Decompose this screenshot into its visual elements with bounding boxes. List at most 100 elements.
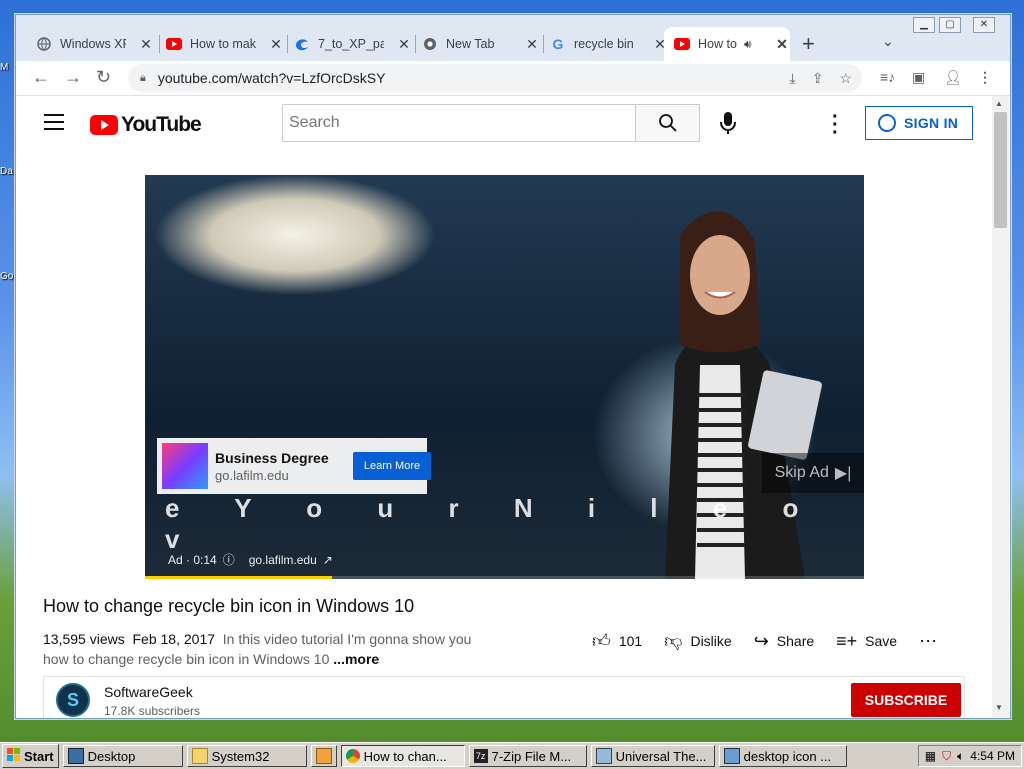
like-button[interactable]: 👍︎ 101 [592,630,642,652]
new-tab-button[interactable]: + [802,31,815,57]
share-icon[interactable]: ⇪ [812,70,824,87]
install-icon[interactable]: ⤓ [790,70,796,87]
close-icon[interactable]: ✕ [268,36,284,53]
forward-arrow-icon[interactable]: → [64,67,82,88]
address-bar[interactable]: 🔒︎ youtube.com/watch?v=LzfOrcDskSY ⤓ ⇪ ☆ [128,64,862,92]
close-icon[interactable]: ✕ [774,36,790,53]
hamburger-menu-icon[interactable] [44,114,64,135]
taskbar-item-system32[interactable]: System32 [186,745,307,767]
page-scrollbar[interactable]: ▲ ▼ [992,96,1009,718]
youtube-icon [166,36,182,52]
taskbar-item-7zip[interactable]: 7z 7-Zip File M... [468,745,587,767]
video-actions: 👍︎ 101 👎︎ Dislike ↪ Share ≡+ Save ⋯ [592,630,959,652]
ad-overlay-text: e Y o u r N i l e o v [165,493,823,554]
more-actions-icon[interactable]: ⋯ [919,631,937,652]
tab-how-to-active[interactable]: How to 🔊︎ ✕ [664,27,790,61]
tab-search-chevron-icon[interactable]: ⌄ [882,33,894,50]
taskbar-item-label: How to chan... [363,748,447,764]
tab-windows-xp[interactable]: Windows XP ✕ [36,27,154,61]
skip-ad-button[interactable]: Skip Ad ▶| [762,453,864,493]
save-button[interactable]: ≡+ Save [836,631,897,652]
ad-card[interactable]: Business Degree go.lafilm.edu Learn More [157,438,431,494]
youtube-header: YouTube ··· SIGN IN [16,96,992,152]
back-arrow-icon[interactable]: ← [32,67,50,88]
taskbar-item-label: Desktop [87,748,136,764]
show-more-link[interactable]: ...more [333,651,379,667]
tab-title: Windows XP [60,37,126,51]
thumbs-down-icon: 👎︎ [664,631,683,651]
subscribe-button[interactable]: SUBSCRIBE [851,683,961,717]
description-line-1: In this video tutorial I'm gonna show yo… [222,631,472,647]
taskbar-item-desktop-icon[interactable]: desktop icon ... [718,745,847,767]
taskbar-item-label: Universal The... [615,748,707,764]
side-panel-icon[interactable]: ▣ [912,69,925,86]
google-icon: G [552,36,564,52]
skip-next-icon: ▶| [834,465,852,482]
microphone-icon[interactable] [716,110,740,141]
menu-kebab-icon[interactable]: ⋮ [978,69,992,86]
taskbar-item-label: System32 [211,748,270,764]
settings-kebab-icon[interactable]: · · · [832,107,839,143]
volume-icon[interactable]: 🔈︎ [957,749,964,764]
ad-progress-bar[interactable] [145,576,864,579]
windows-logo-icon [7,747,21,765]
ad-link[interactable]: go.lafilm.edu [249,553,317,567]
taskbar-item-chrome[interactable]: How to chan... [340,745,465,767]
speaker-icon[interactable]: 🔊︎ [744,37,752,52]
scrollbar-thumb[interactable] [994,112,1007,228]
desktop-label-2: Da [0,166,13,177]
taskbar-item-media[interactable] [310,745,337,767]
reload-icon[interactable]: ↻ [96,67,111,88]
info-icon[interactable]: ⓘ [223,551,235,568]
system-tray: ▦ ⛉ 🔈︎ 4:54 PM [917,745,1022,767]
external-link-icon: ↗ [322,552,333,567]
bookmark-star-icon[interactable]: ☆ [839,70,852,87]
desktop-label-1: M [0,62,9,73]
minimize-button[interactable]: ▁ [913,17,935,33]
close-icon[interactable]: ✕ [524,36,540,53]
share-button[interactable]: ↪ Share [754,631,814,652]
share-arrow-icon: ↪ [753,630,769,651]
url-text[interactable]: youtube.com/watch?v=LzfOrcDskSY [158,70,386,86]
network-icon[interactable]: ▦ [925,749,936,763]
maximize-button[interactable]: ▢ [939,17,961,33]
scroll-up-icon[interactable]: ▲ [995,99,1003,108]
tab-how-to-make[interactable]: How to mak ✕ [166,27,284,61]
desktop-label-3: Go [0,271,14,282]
learn-more-button[interactable]: Learn More [353,452,431,480]
video-description[interactable]: 13,595 views Feb 18, 2017 In this video … [43,629,483,669]
channel-name[interactable]: SoftwareGeek [104,684,193,700]
channel-avatar[interactable]: S [56,683,90,717]
sign-in-button[interactable]: SIGN IN [865,106,973,140]
close-icon[interactable]: ✕ [396,36,412,53]
taskbar: Start Desktop System32 How to chan... 7z… [0,742,1024,769]
video-player[interactable]: e Y o u r N i l e o v Business Degree go… [145,175,864,579]
profile-icon[interactable]: 👤︎ [944,69,962,86]
security-shield-icon[interactable]: ⛉ [942,749,951,764]
ad-thumbnail [162,443,208,489]
media-icon [315,748,332,764]
channel-row: S SoftwareGeek 17.8K subscribers SUBSCRI… [43,676,965,718]
tab-7-to-xp[interactable]: 7_to_XP_pa ✕ [294,27,412,61]
youtube-logo[interactable]: YouTube [90,113,202,137]
search-input[interactable] [282,104,636,142]
taskbar-item-universal[interactable]: Universal The... [590,745,715,767]
taskbar-item-desktop[interactable]: Desktop [62,745,183,767]
playlist-add-icon: ≡+ [836,630,858,651]
tab-recycle-bin[interactable]: G recycle bin ✕ [550,27,668,61]
save-label: Save [865,633,898,649]
thumbs-up-icon: 👍︎ [592,631,611,651]
clock[interactable]: 4:54 PM [970,749,1015,763]
search-button[interactable] [636,104,700,142]
globe-icon [36,36,52,52]
close-window-button[interactable]: ✕ [973,17,995,33]
taskbar-item-label: desktop icon ... [743,748,832,764]
media-control-icon[interactable]: ≡♪ [880,69,895,85]
close-icon[interactable]: ✕ [138,36,154,53]
upload-date: Feb 18, 2017 [132,631,216,647]
start-button[interactable]: Start [2,744,59,768]
tab-new-tab[interactable]: New Tab ✕ [422,27,540,61]
ad-info: Ad · 0:14 ⓘ go.lafilm.edu ↗ [168,551,333,568]
dislike-button[interactable]: 👎︎ Dislike [664,630,732,652]
scroll-down-icon[interactable]: ▼ [995,703,1003,712]
